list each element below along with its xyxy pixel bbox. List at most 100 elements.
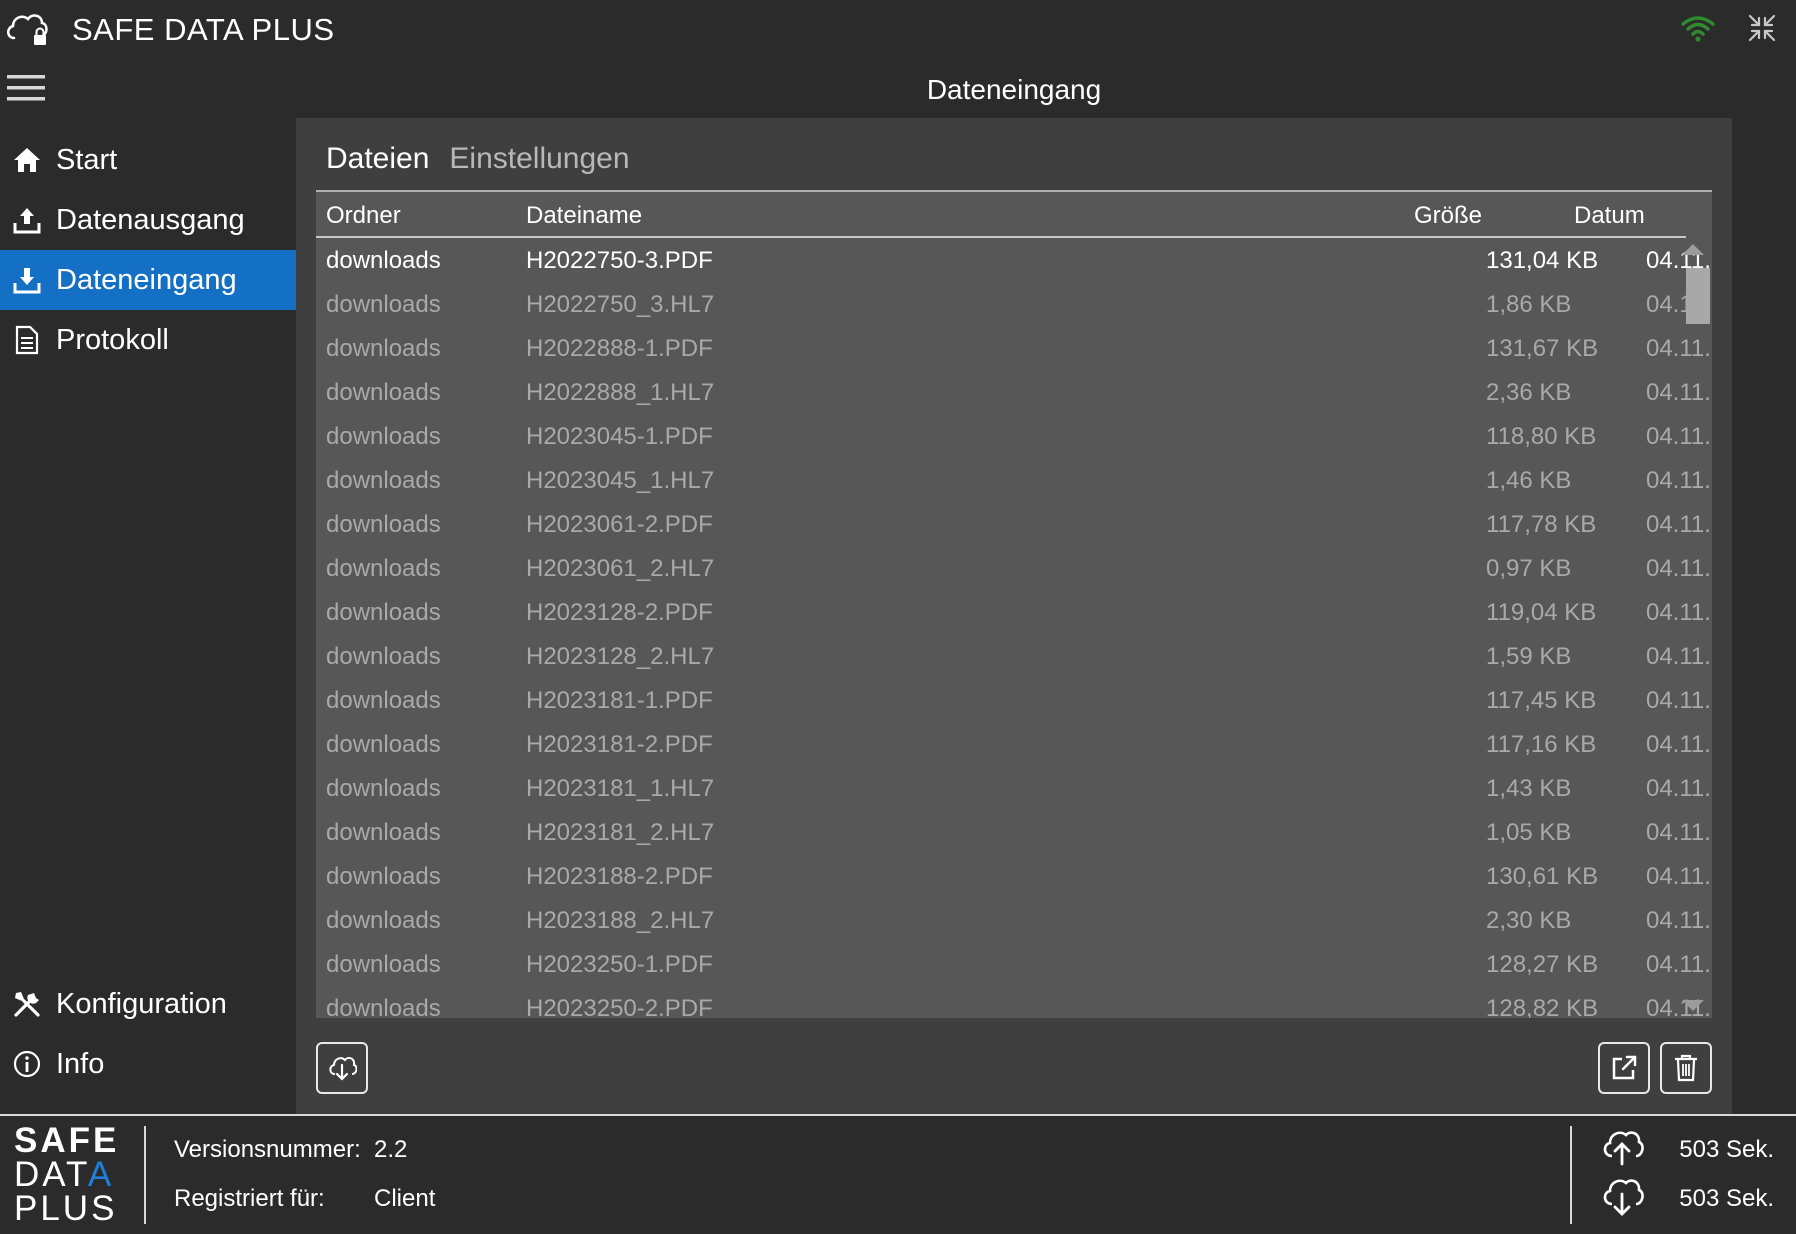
table-row[interactable]: downloads H2023045_1.HL7 1,46 KB 04.11.2020: [316, 458, 1712, 502]
sidebar-item-label: Dateneingang: [56, 263, 237, 296]
table-row[interactable]: downloads H2023061-2.PDF 117,78 KB 04.11.20…: [316, 502, 1712, 546]
app-title: SAFE DATA PLUS: [72, 12, 335, 47]
cell-date: 04.11.2020: [1646, 643, 1712, 670]
column-header-groesse[interactable]: Größe: [1414, 202, 1482, 230]
column-header-ordner[interactable]: Ordner: [326, 202, 401, 230]
upload-tray-icon: [10, 203, 44, 237]
cell-size: 1,86 KB: [1486, 291, 1572, 318]
cell-size: 0,97 KB: [1486, 555, 1572, 582]
scroll-up-arrow-icon[interactable]: [1682, 244, 1704, 255]
table-row[interactable]: downloads H2023045-1.PDF 118,80 KB 04.11.20…: [316, 414, 1712, 458]
scrollbar-thumb[interactable]: [1686, 268, 1710, 324]
cell-date: 04.11.2020: [1646, 511, 1712, 538]
cell-size: 1,46 KB: [1486, 467, 1572, 494]
cell-folder: downloads: [326, 775, 441, 802]
action-bar: [296, 1018, 1732, 1114]
sidebar-item-konfiguration[interactable]: Konfiguration: [0, 974, 296, 1034]
sidebar: Start Datenausgang Dateneingang Protokol…: [0, 118, 296, 1114]
cloud-download-icon: [1603, 1179, 1644, 1216]
brand-logo: SAFE DATA PLUS: [14, 1121, 120, 1228]
tab-dateien[interactable]: Dateien: [326, 142, 429, 182]
sidebar-item-label: Konfiguration: [56, 987, 227, 1020]
tab-einstellungen[interactable]: Einstellungen: [449, 142, 629, 182]
download-interval: 503 Sek.: [1679, 1185, 1774, 1212]
column-header-dateiname[interactable]: Dateiname: [526, 202, 642, 230]
cell-folder: downloads: [326, 643, 441, 670]
title-bar: SAFE DATA PLUS: [0, 0, 1796, 62]
cell-filename: H2023061_2.HL7: [526, 555, 715, 582]
cell-folder: downloads: [326, 467, 441, 494]
open-external-icon: [1612, 1055, 1637, 1080]
cell-folder: downloads: [326, 423, 441, 450]
cell-filename: H2022888_1.HL7: [526, 379, 715, 406]
sidebar-item-datenausgang[interactable]: Datenausgang: [0, 190, 296, 250]
table-row[interactable]: downloads H2023128_2.HL7 1,59 KB 04.11.2020: [316, 634, 1712, 678]
cell-date: 04.11.2020: [1646, 467, 1712, 494]
cell-size: 1,59 KB: [1486, 643, 1572, 670]
open-external-button[interactable]: [1598, 1042, 1650, 1094]
cell-filename: H2023188_2.HL7: [526, 907, 715, 934]
sidebar-item-dateneingang[interactable]: Dateneingang: [0, 250, 296, 310]
cell-folder: downloads: [326, 555, 441, 582]
footer-divider-right: [1570, 1126, 1572, 1224]
cell-date: 04.11.2020: [1646, 687, 1712, 714]
scroll-down-arrow-icon[interactable]: [1682, 1000, 1704, 1011]
sidebar-item-label: Info: [56, 1047, 105, 1080]
delete-button[interactable]: [1660, 1042, 1712, 1094]
page-title: Dateneingang: [926, 74, 1102, 105]
cell-folder: downloads: [326, 599, 441, 626]
cell-folder: downloads: [326, 907, 441, 934]
cell-filename: H2023128_2.HL7: [526, 643, 715, 670]
cell-folder: downloads: [326, 291, 441, 318]
cell-filename: H2023061-2.PDF: [526, 511, 713, 538]
table-row[interactable]: downloads H2023181-1.PDF 117,45 KB 04.11.20…: [316, 678, 1712, 722]
cell-date: 04.11.2020: [1646, 555, 1712, 582]
cell-filename: H2023188-2.PDF: [526, 863, 713, 890]
cell-size: 2,36 KB: [1486, 379, 1572, 406]
table-header: Ordner Dateiname Größe Datum: [316, 192, 1686, 238]
table-row[interactable]: downloads H2023181-2.PDF 117,16 KB 04.11.20…: [316, 722, 1712, 766]
wifi-icon: [1681, 16, 1715, 42]
sidebar-item-label: Start: [56, 143, 118, 176]
table-row[interactable]: downloads H2022888_1.HL7 2,36 KB 04.11.2020: [316, 370, 1712, 414]
column-header-datum[interactable]: Datum: [1574, 202, 1645, 230]
content-panel: Dateien Einstellungen Ordner Dateiname G…: [296, 118, 1732, 1140]
cell-size: 117,16 KB: [1486, 731, 1597, 758]
table-row[interactable]: downloads H2023128-2.PDF 119,04 KB 04.11.20…: [316, 590, 1712, 634]
table-row[interactable]: downloads H2023188_2.HL7 2,30 KB 04.11.2020: [316, 898, 1712, 942]
table-row[interactable]: downloadsH2022750_3.HL71,86 KB04.11.2020: [316, 282, 1712, 326]
compress-icon[interactable]: [1746, 12, 1778, 44]
cell-size: 117,78 KB: [1486, 511, 1597, 538]
table-row[interactable]: downloads H2023061_2.HL7 0,97 KB 04.11.2020: [316, 546, 1712, 590]
table-row[interactable]: downloads H2022888-1.PDF 131,67 KB 04.11.20…: [316, 326, 1712, 370]
cell-filename: H2023181-2.PDF: [526, 731, 713, 758]
cell-date: 04.11.2020: [1646, 423, 1712, 450]
file-table: Ordner Dateiname Größe Datum downloads H2…: [316, 190, 1712, 1140]
cell-folder: downloads: [326, 687, 441, 714]
cloud-download-icon: [329, 1056, 357, 1081]
table-body: downloads H2022750-3.PDF 131,04 KB 04.11.20…: [316, 238, 1712, 1030]
cell-filename: H2022750_3.HL7: [526, 291, 715, 318]
table-row[interactable]: downloadsH2022750-3.PDF131,04 KB04.11.20…: [316, 238, 1712, 282]
cloud-lock-icon: [7, 14, 48, 45]
cell-size: 1,05 KB: [1486, 819, 1572, 846]
cell-folder: downloads: [326, 511, 441, 538]
hamburger-menu-icon[interactable]: [7, 72, 45, 104]
table-row[interactable]: downloads H2023188-2.PDF 130,61 KB 04.11.20…: [316, 854, 1712, 898]
tab-bar: Dateien Einstellungen: [326, 142, 630, 182]
sidebar-item-label: Protokoll: [56, 323, 169, 356]
cell-date: 04.11.2020: [1646, 907, 1712, 934]
version-value: 2.2: [374, 1136, 408, 1163]
sidebar-item-start[interactable]: Start: [0, 130, 296, 190]
cell-date: 04.11.2020: [1646, 599, 1712, 626]
cell-date: 04.11.2020: [1646, 731, 1712, 758]
table-row[interactable]: downloads H2023250-1.PDF 128,27 KB 04.11.20…: [316, 942, 1712, 986]
table-row[interactable]: downloads H2023181_2.HL7 1,05 KB 04.11.2020: [316, 810, 1712, 854]
sidebar-item-info[interactable]: Info: [0, 1034, 296, 1094]
cell-size: 131,67 KB: [1486, 335, 1599, 362]
cloud-download-button[interactable]: [316, 1042, 368, 1094]
table-row[interactable]: downloads H2023181_1.HL7 1,43 KB 04.11.2020: [316, 766, 1712, 810]
cell-filename: H2023045-1.PDF: [526, 423, 713, 450]
cell-filename: H2022750-3.PDF: [526, 247, 713, 274]
sidebar-item-protokoll[interactable]: Protokoll: [0, 310, 296, 370]
